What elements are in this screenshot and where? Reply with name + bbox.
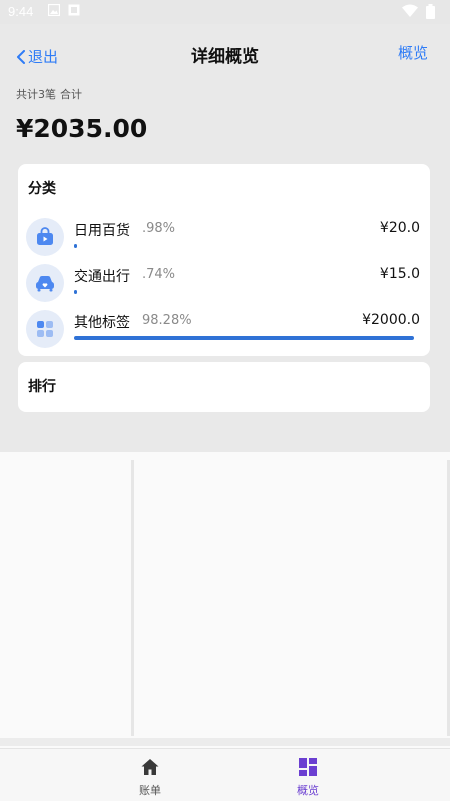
image-icon (48, 4, 60, 16)
category-progress-track (74, 336, 420, 340)
car-icon (26, 264, 64, 302)
category-row-transport[interactable]: 交通出行 .74% ¥15.0 (18, 260, 430, 306)
nav-bar: 退出 详细概览 概览 (0, 24, 450, 80)
total-amount: ¥2035.00 (16, 114, 148, 143)
category-progress-bar (74, 336, 415, 340)
tab-label: 概览 (297, 784, 319, 797)
overview-link[interactable]: 概览 (398, 42, 428, 63)
wifi-icon (402, 4, 418, 17)
category-amount: ¥20.0 (379, 220, 420, 236)
tab-overview[interactable]: 概览 (268, 755, 348, 799)
category-name: 日用百货 (74, 223, 130, 239)
category-progress-bar (74, 244, 78, 248)
category-progress-track (74, 290, 420, 294)
tab-label: 账单 (139, 784, 161, 797)
category-name: 其他标签 (74, 315, 130, 331)
status-time: 9:44 (8, 4, 34, 19)
category-row-other[interactable]: 其他标签 98.28% ¥2000.0 (18, 306, 430, 352)
shopping-bag-icon (26, 218, 64, 256)
grid-icon (26, 310, 64, 348)
divider (131, 460, 134, 736)
category-card: 分类 日用百货 .98% ¥20.0 交通出行 .74% ¥15.0 其他标签 … (18, 164, 430, 356)
ranking-card: 排行 (18, 362, 430, 412)
battery-icon (426, 4, 435, 19)
ranking-card-title: 排行 (28, 379, 56, 395)
category-percent: 98.28% (142, 313, 192, 328)
page-title: 详细概览 (191, 47, 259, 67)
dashboard-icon (299, 758, 317, 776)
category-name: 交通出行 (74, 269, 130, 285)
category-percent: .74% (142, 267, 176, 282)
divider (0, 738, 450, 746)
category-card-title: 分类 (28, 181, 56, 197)
category-progress-track (74, 244, 420, 248)
category-percent: .98% (142, 221, 176, 236)
category-amount: ¥15.0 (379, 266, 420, 282)
summary-line: 共计3笔 合计 (16, 86, 82, 102)
notification-icon (68, 4, 80, 16)
status-bar: 9:44 (0, 0, 450, 24)
category-progress-bar (74, 290, 77, 294)
category-amount: ¥2000.0 (362, 312, 420, 328)
bottom-tab-bar: 账单 概览 (0, 748, 450, 801)
chart-area (0, 452, 450, 748)
total-label: 合计 (60, 88, 82, 101)
tab-bills[interactable]: 账单 (110, 755, 190, 799)
record-count: 共计3笔 (16, 88, 56, 101)
home-icon (141, 759, 159, 775)
category-row-daily-goods[interactable]: 日用百货 .98% ¥20.0 (18, 214, 430, 260)
